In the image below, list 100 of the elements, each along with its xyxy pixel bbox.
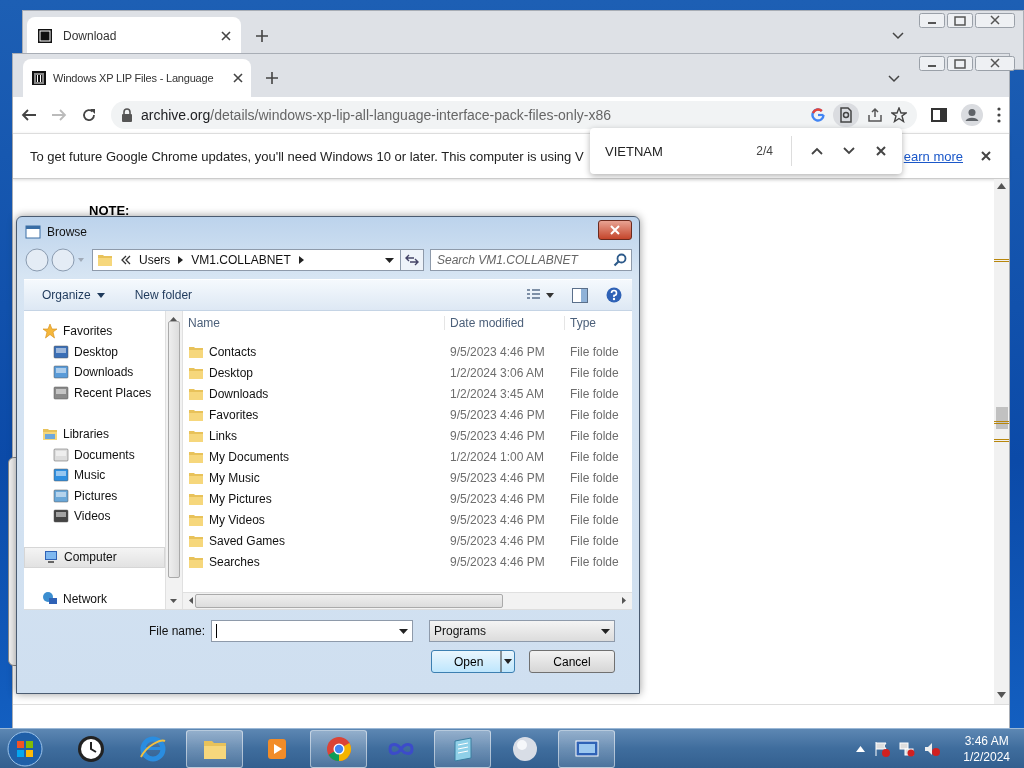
match-count: 2/4 — [756, 144, 773, 158]
close-button[interactable] — [975, 56, 1015, 71]
browser-tab[interactable]: Windows XP LIP Files - Language — [23, 59, 251, 97]
scroll-left-icon[interactable] — [189, 597, 193, 604]
nav-item[interactable]: Desktop — [24, 341, 165, 363]
table-cell-text: 1/2/2024 3:45 AM — [449, 386, 546, 401]
nav-item[interactable]: Music — [24, 464, 165, 486]
nav-item[interactable]: Videos — [24, 506, 165, 527]
browser-tab[interactable]: Download — [27, 17, 241, 55]
file-name[interactable]: Desktop — [209, 365, 254, 380]
nav-item[interactable]: Documents — [24, 444, 165, 465]
nav-item[interactable]: Recent Places — [24, 382, 165, 404]
breadcrumb-item[interactable]: VM1.COLLABNET — [191, 253, 291, 267]
nav-item[interactable]: Favorites — [24, 321, 165, 342]
maximize-button[interactable] — [947, 56, 973, 71]
nav-item[interactable]: Libraries — [24, 423, 165, 445]
close-icon[interactable] — [874, 144, 888, 158]
view-list-icon[interactable] — [526, 288, 554, 302]
file-name[interactable]: Downloads — [209, 386, 269, 401]
nav-item[interactable]: Computer — [24, 547, 165, 568]
show-hidden-icon[interactable] — [856, 745, 866, 752]
find-page-icon[interactable] — [833, 103, 859, 127]
lock-icon — [121, 108, 133, 122]
minimize-button[interactable] — [919, 13, 945, 28]
item-icon — [53, 508, 69, 525]
search-input[interactable]: Search VM1.COLLABNET — [437, 253, 597, 267]
profile-icon[interactable] — [961, 104, 983, 126]
table-cell-text: File folde — [569, 407, 620, 422]
nav-item[interactable]: Network — [24, 588, 165, 609]
scroll-down-icon[interactable] — [170, 599, 177, 603]
item-icon — [53, 384, 69, 401]
minimize-button[interactable] — [919, 56, 945, 71]
preview-pane-icon[interactable] — [572, 287, 588, 303]
close-button[interactable] — [598, 220, 632, 240]
sphere-icon[interactable] — [510, 734, 539, 763]
dropdown-icon — [399, 628, 408, 634]
clock-icon[interactable] — [76, 734, 105, 763]
file-name[interactable]: Favorites — [209, 407, 259, 422]
clock[interactable]: 3:46 AM 1/2/2024 — [963, 732, 1010, 765]
close-icon — [609, 225, 621, 235]
open-button[interactable]: Open — [431, 650, 515, 673]
nav-item[interactable]: Downloads — [24, 362, 165, 383]
help-icon[interactable] — [606, 287, 622, 303]
new-tab-icon[interactable] — [265, 71, 279, 85]
new-folder-button[interactable]: New folder — [134, 288, 193, 302]
table-cell-text: 9/5/2023 4:46 PM — [449, 533, 546, 548]
chrome-icon[interactable] — [324, 734, 353, 763]
share-icon[interactable] — [867, 107, 883, 123]
organize-menu[interactable]: Organize — [42, 288, 105, 302]
star-icon[interactable] — [891, 107, 907, 123]
reload-icon[interactable] — [81, 107, 97, 123]
back-arrow-icon[interactable] — [21, 107, 37, 123]
column-header[interactable]: Name — [183, 316, 444, 330]
column-header[interactable]: Date modified — [444, 316, 564, 330]
find-field[interactable]: VIETNAM — [605, 143, 739, 159]
network-icon — [42, 590, 58, 607]
overflow-chevron-icon[interactable] — [121, 255, 131, 265]
address-bar[interactable]: archive.org/details/windows-xp-lip-all-language-interface-pack-files-only-x86 — [111, 101, 917, 129]
table-cell-text: File folde — [569, 491, 620, 506]
new-tab-icon[interactable] — [255, 29, 269, 43]
close-icon[interactable] — [979, 149, 993, 163]
scroll-right-icon[interactable] — [622, 597, 626, 604]
columns-building-icon — [31, 70, 47, 86]
browser-e-icon[interactable] — [138, 734, 167, 763]
cancel-button[interactable]: Cancel — [529, 650, 615, 673]
table-cell-text: 9/5/2023 4:46 PM — [449, 470, 546, 485]
dropdown-icon[interactable] — [385, 257, 394, 263]
address-bar[interactable]: Users VM1.COLLABNET — [92, 249, 401, 271]
g-logo-icon — [811, 108, 825, 122]
file-name[interactable]: Searches — [209, 554, 260, 569]
start-button[interactable] — [6, 729, 44, 768]
file-name[interactable]: My Documents — [209, 449, 290, 464]
search-field[interactable]: Search VM1.COLLABNET — [430, 249, 632, 271]
flag-icon[interactable] — [874, 740, 891, 757]
scroll-down-icon[interactable] — [997, 692, 1006, 698]
breadcrumb-arrow-icon[interactable] — [178, 256, 184, 264]
file-name[interactable]: Contacts — [209, 344, 257, 359]
learn-more-link[interactable]: earn more — [903, 148, 963, 164]
file-type-dropdown[interactable]: Programs — [429, 620, 615, 642]
close-button[interactable] — [975, 13, 1015, 28]
breadcrumb-arrow-icon[interactable] — [298, 256, 304, 264]
refresh-button[interactable] — [400, 249, 424, 271]
column-header[interactable]: Type — [564, 316, 632, 330]
close-icon[interactable] — [219, 29, 233, 43]
network-icon[interactable] — [899, 740, 916, 757]
breadcrumb-item[interactable]: Users — [139, 253, 171, 267]
file-name[interactable]: My Pictures — [209, 491, 272, 506]
nav-item[interactable]: Pictures — [24, 485, 165, 507]
file-name[interactable]: My Videos — [209, 512, 265, 527]
item-icon — [53, 487, 69, 504]
file-name-field[interactable] — [211, 620, 413, 642]
side-panel-icon[interactable] — [931, 107, 947, 123]
scroll-up-icon[interactable] — [997, 183, 1006, 189]
menu-icon[interactable] — [997, 107, 1001, 123]
maximize-button[interactable] — [947, 13, 973, 28]
caret-icon — [96, 292, 105, 298]
file-name[interactable]: My Music — [209, 470, 260, 485]
close-icon[interactable] — [231, 71, 245, 85]
file-name[interactable]: Saved Games — [209, 533, 286, 548]
file-name[interactable]: Links — [209, 428, 237, 443]
